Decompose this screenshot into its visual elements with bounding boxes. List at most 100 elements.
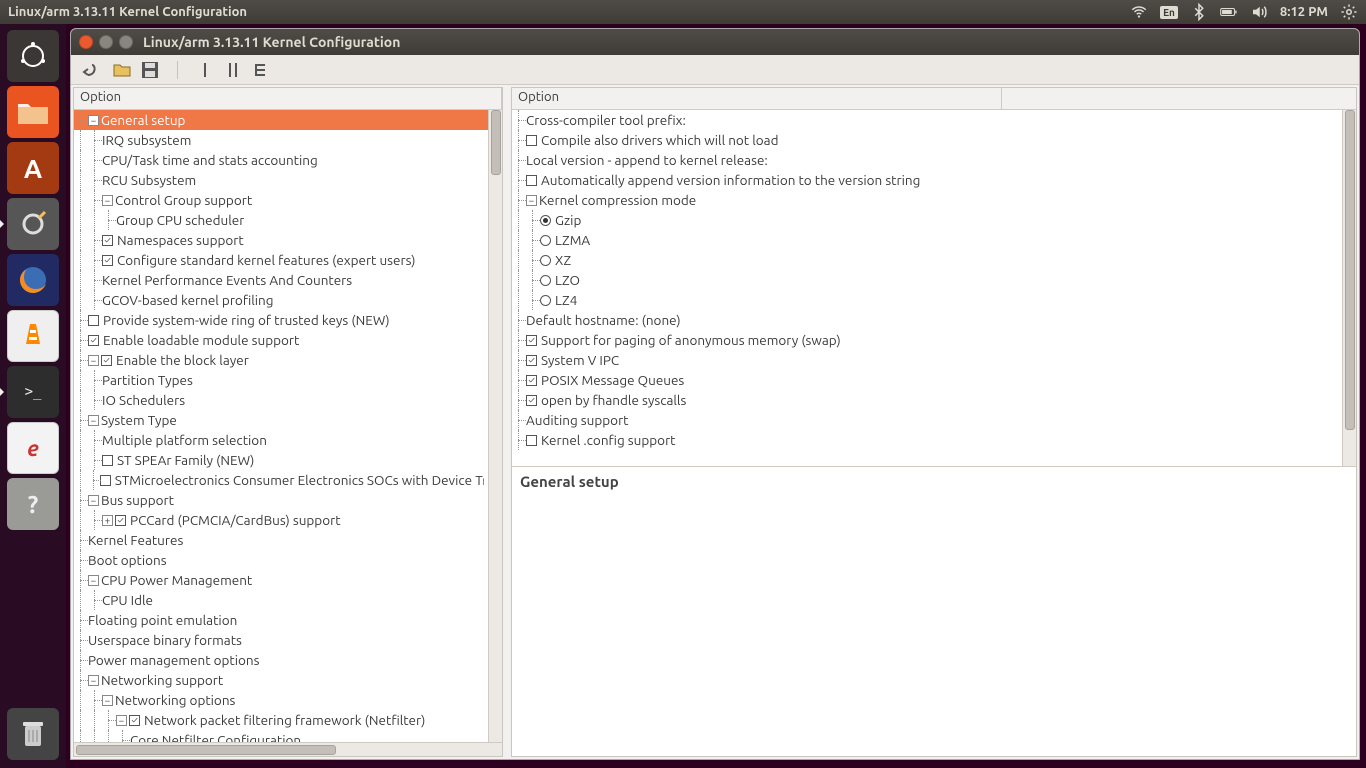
tree-row[interactable]: Kernel Performance Events And Counters <box>74 270 488 290</box>
bluetooth-icon[interactable] <box>1190 3 1208 21</box>
left-tree[interactable]: −General setupIRQ subsystemCPU/Task time… <box>74 110 488 742</box>
tree-row[interactable]: Userspace binary formats <box>74 630 488 650</box>
gear-icon[interactable] <box>1340 3 1358 21</box>
checkbox[interactable]: ✓ <box>129 715 140 726</box>
clock[interactable]: 8:12 PM <box>1280 5 1328 19</box>
radio[interactable] <box>540 235 551 246</box>
collapse-toggle[interactable]: − <box>526 195 537 206</box>
tree-row[interactable]: ✓Support for paging of anonymous memory … <box>512 330 1342 350</box>
collapse-toggle[interactable]: − <box>102 195 113 206</box>
tree-row[interactable]: Provide system-wide ring of trusted keys… <box>74 310 488 330</box>
window-minimize-button[interactable] <box>99 35 113 49</box>
tree-row[interactable]: −Bus support <box>74 490 488 510</box>
right-col-option[interactable]: Option <box>512 88 1002 109</box>
checkbox[interactable]: ✓ <box>102 255 113 266</box>
tree-row[interactable]: −CPU Power Management <box>74 570 488 590</box>
launcher-dash[interactable] <box>7 30 59 82</box>
tree-row[interactable]: −✓Network packet filtering framework (Ne… <box>74 710 488 730</box>
toolbar-back-button[interactable] <box>77 59 99 81</box>
tree-row[interactable]: Compile also drivers which will not load <box>512 130 1342 150</box>
tree-row[interactable]: LZ4 <box>512 290 1342 310</box>
collapse-toggle[interactable]: − <box>102 695 113 706</box>
tree-row[interactable]: −Networking options <box>74 690 488 710</box>
collapse-toggle[interactable]: − <box>88 575 99 586</box>
tree-row[interactable]: ✓Namespaces support <box>74 230 488 250</box>
radio[interactable] <box>540 215 551 226</box>
right-column-headers[interactable]: Option <box>512 88 1356 110</box>
collapse-toggle[interactable]: − <box>88 495 99 506</box>
tree-row[interactable]: LZMA <box>512 230 1342 250</box>
tree-row[interactable]: CPU Idle <box>74 590 488 610</box>
tree-row[interactable]: Power management options <box>74 650 488 670</box>
left-hscrollbar[interactable] <box>74 742 502 756</box>
window-close-button[interactable] <box>79 35 93 49</box>
checkbox[interactable]: ✓ <box>102 235 113 246</box>
checkbox[interactable]: ✓ <box>526 375 537 386</box>
window-titlebar[interactable]: Linux/arm 3.13.11 Kernel Configuration <box>71 29 1359 55</box>
launcher-terminal[interactable]: >_ <box>7 366 59 418</box>
expand-toggle[interactable]: + <box>102 515 113 526</box>
launcher-software-center[interactable]: A <box>7 142 59 194</box>
toolbar-single-view-button[interactable] <box>194 59 216 81</box>
launcher-help[interactable]: ? <box>7 478 59 530</box>
scrollbar-thumb[interactable] <box>1345 110 1355 430</box>
window-maximize-button[interactable] <box>119 35 133 49</box>
language-indicator[interactable]: En <box>1160 6 1178 19</box>
toolbar-split-view-button[interactable] <box>222 59 244 81</box>
tree-row[interactable]: RCU Subsystem <box>74 170 488 190</box>
tree-row[interactable]: Core Netfilter Configuration <box>74 730 488 742</box>
checkbox[interactable]: ✓ <box>115 515 126 526</box>
tree-row[interactable]: GCOV-based kernel profiling <box>74 290 488 310</box>
collapse-toggle[interactable]: − <box>88 675 99 686</box>
launcher-files[interactable] <box>7 86 59 138</box>
left-vscrollbar[interactable] <box>488 110 502 742</box>
tree-row[interactable]: ✓POSIX Message Queues <box>512 370 1342 390</box>
tree-row[interactable]: ✓Configure standard kernel features (exp… <box>74 250 488 270</box>
tree-row[interactable]: Default hostname: (none) <box>512 310 1342 330</box>
tree-row[interactable]: −General setup <box>74 110 488 130</box>
tree-row[interactable]: ✓Enable loadable module support <box>74 330 488 350</box>
tree-row[interactable]: +✓PCCard (PCMCIA/CardBus) support <box>74 510 488 530</box>
scrollbar-thumb[interactable] <box>491 110 501 175</box>
checkbox[interactable] <box>526 135 537 146</box>
checkbox[interactable]: ✓ <box>526 395 537 406</box>
battery-icon[interactable] <box>1220 3 1238 21</box>
sound-icon[interactable] <box>1250 3 1268 21</box>
tree-row[interactable]: ✓open by fhandle syscalls <box>512 390 1342 410</box>
checkbox[interactable]: ✓ <box>101 355 112 366</box>
checkbox[interactable]: ✓ <box>526 335 537 346</box>
toolbar-save-button[interactable] <box>139 59 161 81</box>
checkbox[interactable] <box>102 455 113 466</box>
tree-row[interactable]: Multiple platform selection <box>74 430 488 450</box>
tree-row[interactable]: Boot options <box>74 550 488 570</box>
radio[interactable] <box>540 255 551 266</box>
tree-row[interactable]: LZO <box>512 270 1342 290</box>
launcher-firefox[interactable] <box>7 254 59 306</box>
tree-row[interactable]: ✓System V IPC <box>512 350 1342 370</box>
checkbox[interactable] <box>88 315 99 326</box>
left-col-option[interactable]: Option <box>74 88 502 109</box>
tree-row[interactable]: Partition Types <box>74 370 488 390</box>
tree-row[interactable]: Kernel .config support <box>512 430 1342 450</box>
right-col-rest[interactable] <box>1002 88 1356 109</box>
tree-row[interactable]: Group CPU scheduler <box>74 210 488 230</box>
checkbox[interactable] <box>100 475 110 486</box>
tree-row[interactable]: STMicroelectronics Consumer Electronics … <box>74 470 488 490</box>
tree-row[interactable]: Gzip <box>512 210 1342 230</box>
collapse-toggle[interactable]: − <box>88 355 99 366</box>
right-vscrollbar[interactable] <box>1342 110 1356 466</box>
tree-row[interactable]: IO Schedulers <box>74 390 488 410</box>
collapse-toggle[interactable]: − <box>88 115 99 126</box>
launcher-vlc[interactable] <box>7 310 59 362</box>
tree-row[interactable]: XZ <box>512 250 1342 270</box>
split-divider[interactable] <box>505 85 509 759</box>
collapse-toggle[interactable]: − <box>88 415 99 426</box>
right-tree[interactable]: Cross-compiler tool prefix:Compile also … <box>512 110 1342 454</box>
tree-row[interactable]: Auditing support <box>512 410 1342 430</box>
checkbox[interactable]: ✓ <box>526 355 537 366</box>
tree-row[interactable]: Automatically append version information… <box>512 170 1342 190</box>
radio[interactable] <box>540 275 551 286</box>
launcher-settings[interactable] <box>7 198 59 250</box>
tree-row[interactable]: Local version - append to kernel release… <box>512 150 1342 170</box>
checkbox[interactable] <box>526 435 537 446</box>
